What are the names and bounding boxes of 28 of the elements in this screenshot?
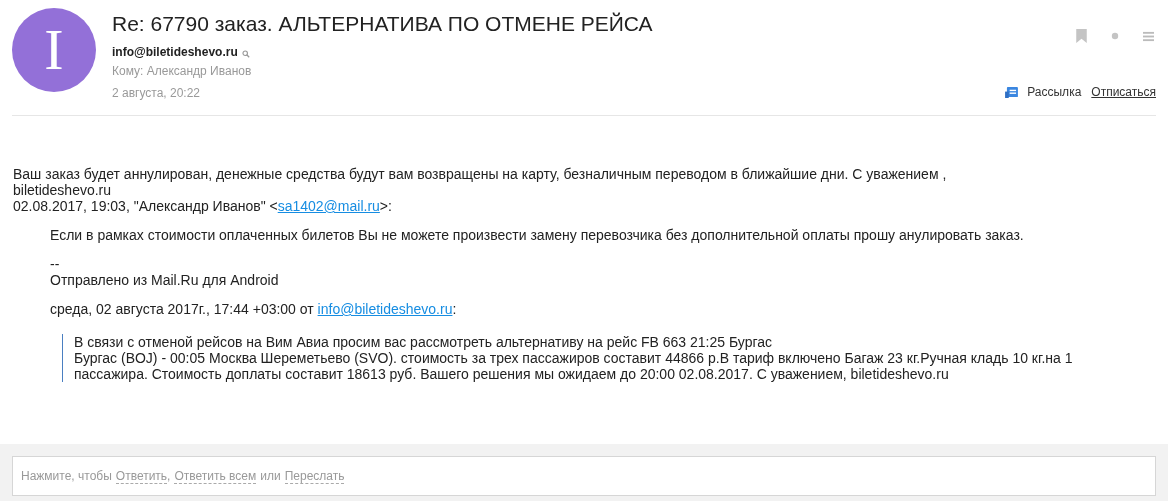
unsubscribe-link[interactable]: Отписаться xyxy=(1091,85,1156,99)
mailing-label: Рассылка xyxy=(1027,85,1082,99)
message-text: -- xyxy=(50,256,60,272)
quoted-text: пассажира. Стоимость доплаты составит 18613 руб. Вашего решения мы ожидаем до 20:00 02.08.2017. С уважением, biletideshevo.ru xyxy=(74,366,950,382)
message-text: Ваш заказ будет аннулирован, денежные средства будут вам возвращены на карту, безналичным переводом в ближайшие дни. С уважением , xyxy=(13,166,947,182)
message-text: Отправлено из Mail.Ru для Android xyxy=(50,272,279,288)
quoted-text: В связи с отменой рейсов на Вим Авиа просим вас рассмотреть альтернативу на рейс FB 663 21:25 Бургас xyxy=(74,334,774,350)
message-text: >: xyxy=(379,198,392,214)
sender-avatar: I xyxy=(12,8,96,92)
reply-field[interactable]: Нажмите, чтобы Ответить, Ответить всем или Переслать xyxy=(12,456,1156,496)
quoted-text: Бургас (BOJ) - 00:05 Москва Шереметьево (SVO). стоимость за трех пассажиров составит 44866 р.В тариф включено Багаж 23 кг.Ручная кладь 10 кг.на 1 xyxy=(74,350,1074,366)
message-text: среда, 02 августа 2017г., 17:44 +03:00 от xyxy=(50,301,315,317)
message-text: biletideshevo.ru xyxy=(13,182,112,198)
message-subject: Re: 67790 заказ. АЛЬТЕРНАТИВА ПО ОТМЕНЕ РЕЙСА xyxy=(112,11,654,37)
message-text: : xyxy=(452,301,457,317)
sender-address[interactable]: info@biletideshevo.ru xyxy=(112,45,238,59)
search-icon[interactable] xyxy=(241,49,250,58)
newsletter-icon xyxy=(1005,86,1019,98)
email-link[interactable]: sa1402@mail.ru xyxy=(277,198,380,214)
reply-action-link[interactable]: Ответить всем xyxy=(174,468,257,484)
message-date: 2 августа, 20:22 xyxy=(112,86,202,100)
message-text: 02.08.2017, 19:03, "Александр Иванов" < xyxy=(13,198,278,214)
menu-icon[interactable] xyxy=(1143,30,1154,42)
recipient-line: Кому: Александр Иванов xyxy=(112,64,253,78)
read-status-icon[interactable] xyxy=(1111,32,1119,40)
message-text: Если в рамках стоимости оплаченных билетов Вы не можете произвести замену перевозчика без дополнительной оплаты прошу анулировать заказ. xyxy=(50,227,1024,243)
bookmark-icon[interactable] xyxy=(1076,29,1087,43)
reply-action-link[interactable]: Переслать xyxy=(284,468,345,484)
